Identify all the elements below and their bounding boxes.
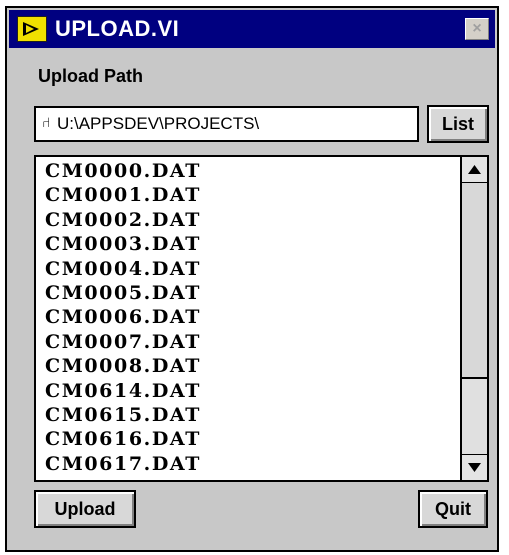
file-list-item[interactable]: CM0002.DAT — [45, 208, 201, 232]
file-list-item[interactable]: CM0007.DAT — [45, 330, 201, 354]
file-list-item[interactable]: CM0004.DAT — [45, 257, 201, 281]
labview-vi-icon[interactable] — [17, 16, 47, 42]
upload-path-label: Upload Path — [38, 66, 144, 86]
triangle-up-icon — [468, 165, 481, 174]
file-list-item[interactable]: CM0006.DAT — [45, 305, 201, 329]
vertical-scrollbar[interactable] — [460, 157, 487, 480]
quit-button[interactable]: Quit — [418, 490, 488, 528]
upload-path-value: U:\APPSDEV\PROJECTS\ — [57, 114, 260, 133]
file-list-item[interactable]: CM0615.DAT — [45, 403, 201, 427]
file-listbox[interactable]: CM0000.DAT CM0001.DAT CM0002.DAT CM0003.DAT… — [34, 155, 489, 482]
upload-path-field[interactable]: ⑁ U:\APPSDEV\PROJECTS\ — [34, 106, 419, 142]
file-list-item[interactable]: CM0617.DAT — [45, 452, 201, 476]
close-button[interactable]: × — [465, 18, 489, 40]
upload-button[interactable]: Upload — [34, 490, 136, 528]
file-list-item[interactable]: CM0008.DAT — [45, 354, 201, 378]
scroll-down-button[interactable] — [462, 454, 487, 480]
file-list-item[interactable]: CM0005.DAT — [45, 281, 201, 305]
file-list-item[interactable]: CM0001.DAT — [45, 183, 201, 207]
file-list: CM0000.DAT CM0001.DAT CM0002.DAT CM0003.DAT… — [45, 159, 201, 476]
file-list-item[interactable]: CM0614.DAT — [45, 379, 201, 403]
file-list-item[interactable]: CM0616.DAT — [45, 427, 201, 451]
scroll-thumb[interactable] — [462, 183, 487, 379]
upload-vi-window: UPLOAD.VI × Upload Path ⑁ U:\APPSDEV\PRO… — [5, 6, 499, 552]
path-icon: ⑁ — [42, 116, 51, 132]
scroll-up-button[interactable] — [462, 157, 487, 183]
file-list-item[interactable]: CM0003.DAT — [45, 232, 201, 256]
title-bar[interactable]: UPLOAD.VI × — [9, 10, 495, 48]
window-title: UPLOAD.VI — [55, 16, 180, 41]
list-button[interactable]: List — [427, 105, 489, 143]
triangle-down-icon — [468, 463, 481, 472]
close-icon: × — [472, 20, 482, 37]
file-list-item[interactable]: CM0000.DAT — [45, 159, 201, 183]
